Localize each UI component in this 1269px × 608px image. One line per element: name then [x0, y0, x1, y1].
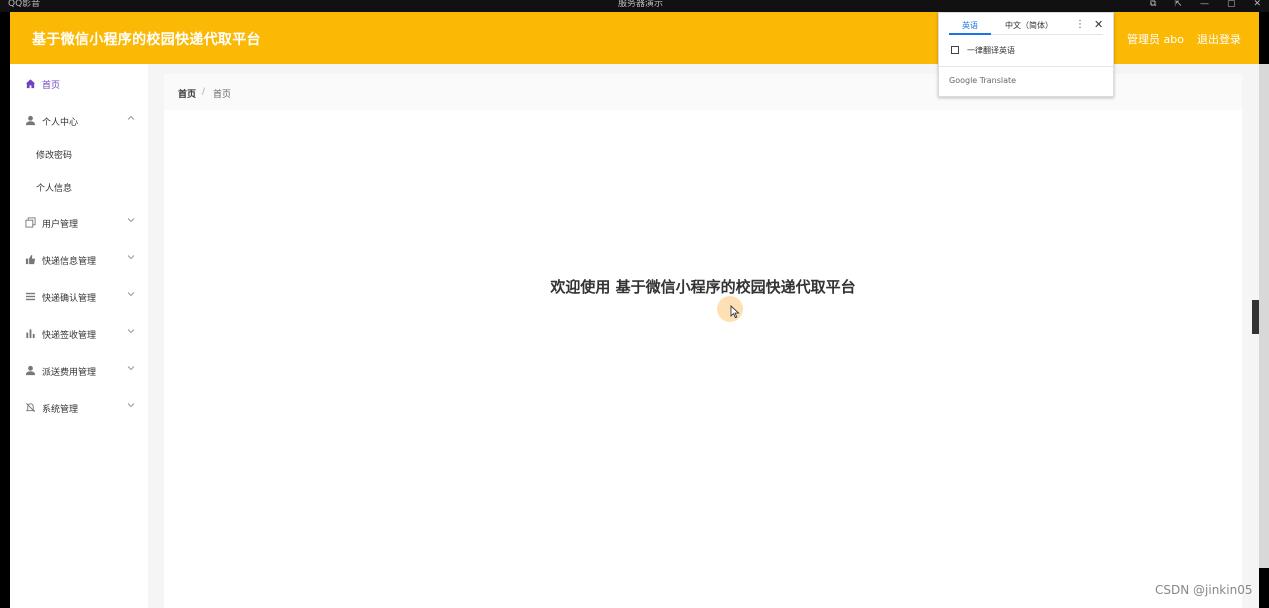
page-scrollbar[interactable] — [1259, 64, 1269, 568]
chevron-down-icon — [127, 255, 135, 260]
sidebar-subitem-label: 修改密码 — [36, 151, 73, 161]
player-name: QQ影音 — [8, 0, 41, 9]
admin-app: 基于微信小程序的校园快递代取平台 管理员 abo 退出登录 首页 个人中心 修改… — [10, 12, 1269, 608]
thumb-icon — [25, 254, 36, 265]
sidebar-item-home[interactable]: 首页 — [10, 70, 148, 98]
always-translate-checkbox[interactable] — [951, 46, 959, 54]
chevron-down-icon — [127, 329, 135, 334]
sidebar-item-user-management[interactable]: 用户管理 — [10, 209, 148, 237]
chevron-down-icon — [127, 403, 135, 408]
active-tab-indicator — [949, 33, 991, 35]
sidebar-subitem-personal-info[interactable]: 个人信息 — [10, 175, 148, 199]
breadcrumb-separator: / — [202, 87, 206, 97]
window-controls: ⧉ ⇱ — ▢ ✕ — [1150, 0, 1261, 9]
sidebar-item-label: 系统管理 — [42, 405, 79, 415]
copy-icon — [25, 217, 36, 228]
os-title-bar: QQ影音 服务器演示 ⧉ ⇱ — ▢ ✕ — [0, 0, 1269, 12]
sidebar-item-delivery-fee[interactable]: 派送费用管理 — [10, 357, 148, 385]
chevron-up-icon — [127, 115, 135, 120]
sidebar-item-label: 用户管理 — [42, 220, 79, 230]
sidebar-item-express-info[interactable]: 快递信息管理 — [10, 246, 148, 274]
watermark: CSDN @jinkin05 — [1155, 583, 1253, 597]
chevron-down-icon — [127, 292, 135, 297]
tab-source-language[interactable]: 英语 — [962, 20, 978, 31]
welcome-heading: 欢迎使用 基于微信小程序的校园快递代取平台 — [550, 278, 856, 296]
pin-icon[interactable]: ⇱ — [1174, 0, 1182, 9]
home-icon — [25, 79, 36, 89]
sidebar-subitem-change-password[interactable]: 修改密码 — [10, 142, 148, 166]
scrollbar-thumb[interactable] — [1252, 300, 1259, 334]
list-icon — [25, 292, 36, 301]
maximize-icon[interactable]: ▢ — [1227, 0, 1236, 9]
sidebar-item-express-confirm[interactable]: 快递确认管理 — [10, 283, 148, 311]
breadcrumb-home-link[interactable]: 首页 — [178, 87, 196, 100]
translate-popup: 英语 中文（简体） ⋮ ✕ 一律翻译英语 Google Translate — [938, 12, 1114, 97]
current-user: 管理员 abo — [1127, 33, 1184, 46]
chevron-down-icon — [127, 366, 135, 371]
chevron-down-icon — [127, 218, 135, 223]
close-icon[interactable]: ✕ — [1094, 18, 1103, 31]
pip-icon[interactable]: ⧉ — [1150, 0, 1156, 9]
screen: QQ影音 服务器演示 ⧉ ⇱ — ▢ ✕ 基于微信小程序的校园快递代取平台 管理… — [0, 0, 1269, 608]
sidebar-item-label: 首页 — [42, 81, 61, 91]
sidebar-item-label: 快递确认管理 — [42, 294, 97, 304]
logout-button[interactable]: 退出登录 — [1197, 31, 1241, 47]
sidebar-item-label: 个人中心 — [42, 118, 79, 128]
sidebar-item-label: 派送费用管理 — [42, 368, 97, 378]
sidebar-item-label: 快递签收管理 — [42, 331, 97, 341]
always-translate-label: 一律翻译英语 — [967, 46, 1015, 55]
breadcrumb-current: 首页 — [213, 90, 232, 100]
close-window-icon[interactable]: ✕ — [1253, 0, 1261, 9]
user-icon — [25, 115, 36, 126]
sidebar-item-personal-center[interactable]: 个人中心 — [10, 107, 148, 135]
sidebar: 首页 个人中心 修改密码 个人信息 用户管理 快递信息管理 快递确认管理 快递签… — [10, 64, 148, 608]
google-translate-brand: Google Translate — [949, 76, 1017, 85]
window-title: 服务器演示 — [618, 0, 664, 9]
sidebar-item-express-signoff[interactable]: 快递签收管理 — [10, 320, 148, 348]
sidebar-item-system[interactable]: 系统管理 — [10, 394, 148, 422]
more-options-icon[interactable]: ⋮ — [1075, 19, 1085, 30]
sidebar-subitem-label: 个人信息 — [36, 184, 73, 194]
site-title: 基于微信小程序的校园快递代取平台 — [32, 32, 261, 48]
popup-divider — [939, 66, 1113, 67]
bar-chart-icon — [26, 329, 35, 339]
sidebar-item-label: 快递信息管理 — [42, 257, 97, 267]
tab-target-language[interactable]: 中文（简体） — [1005, 20, 1053, 31]
mouse-cursor-icon — [730, 305, 740, 319]
minimize-icon[interactable]: — — [1200, 0, 1209, 9]
main-content: 欢迎使用 基于微信小程序的校园快递代取平台 — [164, 110, 1242, 608]
bell-off-icon — [25, 403, 36, 412]
user-icon — [25, 365, 36, 376]
